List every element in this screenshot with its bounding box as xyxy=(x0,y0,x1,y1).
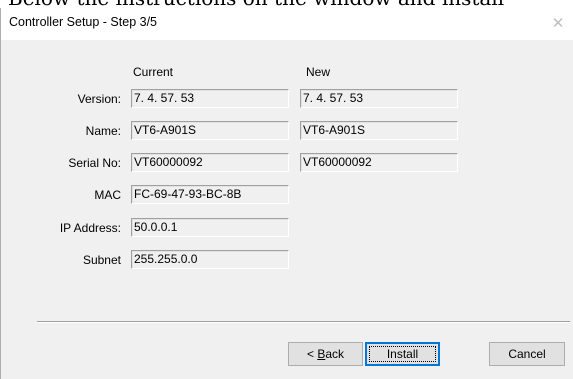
current-serial-field[interactable]: VT60000092 xyxy=(131,153,289,172)
cancel-button[interactable]: Cancel xyxy=(489,342,565,366)
new-column-header: New xyxy=(306,65,331,79)
background-window-caption: Below the instructions on the window and… xyxy=(8,0,504,8)
current-version-field[interactable]: 7. 4. 57. 53 xyxy=(131,89,289,108)
name-label: Name: xyxy=(85,124,121,138)
serial-no-label: Serial No: xyxy=(68,156,121,170)
ip-address-label: IP Address: xyxy=(59,221,121,235)
separator-line xyxy=(37,321,570,323)
subnet-label: Subnet xyxy=(82,253,121,267)
version-label: Version: xyxy=(77,92,121,106)
back-button-prefix: < xyxy=(306,347,318,361)
back-button-rest: ack xyxy=(325,347,345,361)
current-mac-field[interactable]: FC-69-47-93-BC-8B xyxy=(131,185,289,204)
current-name-field[interactable]: VT6-A901S xyxy=(131,121,289,140)
new-serial-field[interactable]: VT60000092 xyxy=(300,153,458,172)
current-ip-address-field[interactable]: 50.0.0.1 xyxy=(131,218,289,237)
current-column-header: Current xyxy=(133,65,174,79)
install-button-label: Install xyxy=(386,347,419,361)
background-window-text: Below the instructions on the window and… xyxy=(0,0,573,8)
title-bar[interactable]: Controller Setup - Step 3/5 ✕ xyxy=(1,8,573,40)
mac-label: MAC xyxy=(94,188,121,202)
install-button[interactable]: Install xyxy=(365,342,440,366)
close-icon[interactable]: ✕ xyxy=(544,8,572,38)
new-version-field[interactable]: 7. 4. 57. 53 xyxy=(300,89,458,108)
new-name-field[interactable]: VT6-A901S xyxy=(300,121,458,140)
window-title: Controller Setup - Step 3/5 xyxy=(9,15,157,29)
back-button[interactable]: < Back xyxy=(288,342,363,366)
current-subnet-field[interactable]: 255.255.0.0 xyxy=(131,250,289,269)
controller-setup-dialog: Controller Setup - Step 3/5 ✕ Current Ne… xyxy=(0,8,573,379)
